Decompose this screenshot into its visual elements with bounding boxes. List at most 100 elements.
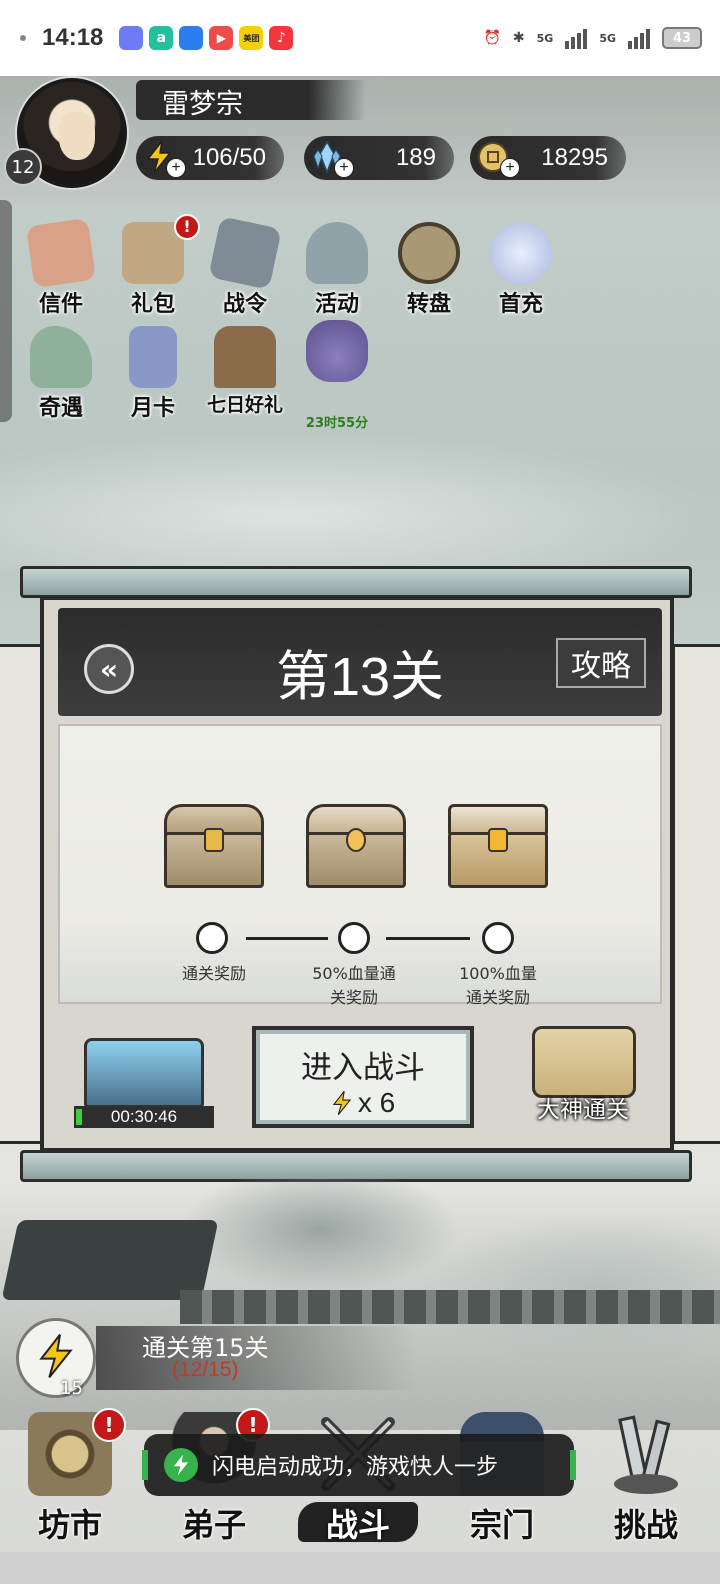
silver-chest-icon[interactable]: [302, 802, 410, 888]
activity-label: 奇遇: [38, 396, 83, 421]
first-recharge-icon: [490, 222, 552, 284]
monthly-card-icon: [129, 326, 177, 388]
reward-status-circle: [338, 922, 370, 954]
activity-battle-pass[interactable]: 战令: [204, 216, 286, 322]
system-status-bar: 14:18 a ▶ 美团 ♪ ⏰ ✱ 5G 5G 43: [0, 0, 720, 76]
event-icon: [306, 222, 368, 284]
nav-label: 弟子: [181, 1506, 246, 1544]
player-level-badge: 12: [4, 148, 42, 186]
activity-label: 月卡: [130, 396, 175, 421]
reward-connector: [246, 937, 328, 940]
chest-lock: [204, 828, 224, 852]
status-time: 14:18: [42, 24, 104, 51]
level-panel: « 第13关 攻略 通关奖励 50%血量通 关奖励 100%血量 通关奖励 00…: [40, 596, 674, 1152]
signal-icon: [565, 27, 588, 49]
activity-label: 战令: [222, 292, 267, 317]
level-panel-footer: 00:30:46 进入战斗 x 6 大神通关: [58, 1012, 662, 1142]
master-clear-button[interactable]: 大神通关: [518, 1022, 648, 1126]
crystal-pill[interactable]: + 189: [304, 136, 454, 180]
enter-battle-button[interactable]: 进入战斗 x 6: [252, 1026, 474, 1128]
add-crystal-icon[interactable]: +: [334, 158, 354, 178]
battle-cost: x 6: [357, 1087, 396, 1118]
activity-label: 七日好礼: [206, 394, 283, 416]
level-panel-header: « 第13关 攻略: [58, 608, 662, 716]
activity-label: 转盘: [406, 292, 451, 317]
energy-value: 106/50: [192, 144, 266, 171]
activity-treasure-bag[interactable]: 23时55分: [296, 320, 378, 431]
activity-label: 活动: [314, 292, 359, 317]
reward-label: 50%血量通 关奖励: [284, 962, 424, 1010]
coin-value: 18295: [541, 144, 608, 171]
reward-status-circle: [196, 922, 228, 954]
chest-lock: [488, 828, 508, 852]
chapter-progress-count: (12/15): [172, 1358, 239, 1381]
treasure-bag-icon: [306, 320, 368, 382]
enter-battle-label: 进入战斗: [301, 1050, 425, 1086]
add-energy-icon[interactable]: +: [166, 158, 186, 178]
side-drawer-handle[interactable]: [0, 200, 12, 422]
toast-notification: 闪电启动成功，游戏快人一步: [142, 1434, 576, 1496]
nav-label: 宗门: [469, 1506, 534, 1544]
toast-text: 闪电启动成功，游戏快人一步: [212, 1455, 499, 1480]
nav-challenge[interactable]: 挑战: [576, 1404, 716, 1552]
meituan-icon: 美团: [239, 26, 264, 50]
activity-event[interactable]: 活动: [296, 222, 378, 322]
status-indicators: ⏰ ✱ 5G 5G 43: [483, 27, 702, 49]
activity-letter[interactable]: 信件: [20, 217, 102, 322]
gold-chest-icon[interactable]: [444, 802, 552, 888]
great-wall-scenery: [180, 1290, 720, 1324]
activity-first-recharge[interactable]: 首充: [480, 222, 562, 322]
quick-battle-button[interactable]: [16, 1318, 96, 1398]
idle-loot-box[interactable]: [74, 1028, 220, 1118]
nav-label: 坊市: [37, 1506, 102, 1544]
master-clear-label: 大神通关: [537, 1097, 629, 1123]
reward-label: 100%血量 通关奖励: [428, 962, 568, 1010]
video-icon: ▶: [209, 26, 234, 50]
energy-pill[interactable]: + 106/50: [136, 136, 284, 180]
alert-badge: !: [174, 214, 200, 240]
activity-label: 礼包: [130, 292, 175, 317]
music-icon: ♪: [269, 26, 294, 50]
nav-market[interactable]: ! 坊市: [0, 1404, 140, 1552]
system-navigation-bar: [0, 1552, 720, 1584]
reward-label-line: 100%血量: [459, 964, 537, 983]
notification-app-icons: a ▶ 美团 ♪: [119, 26, 294, 50]
activity-seven-day-gift[interactable]: 七日好礼: [204, 326, 286, 426]
reward-area: 通关奖励 50%血量通 关奖励 100%血量 通关奖励: [58, 724, 662, 1007]
panel-top-scroll: [20, 566, 692, 598]
store-icon: [179, 26, 204, 50]
battle-pass-icon: [208, 216, 282, 290]
activity-wheel[interactable]: 转盘: [388, 222, 470, 322]
signal-icon: [628, 27, 650, 49]
nav-label: 战斗: [325, 1506, 390, 1544]
notification-dot: [20, 35, 26, 41]
alert-badge: !: [92, 1408, 126, 1442]
add-coin-icon[interactable]: +: [500, 158, 520, 178]
activity-adventure[interactable]: 奇遇: [20, 326, 102, 426]
basic-chest-icon[interactable]: [160, 802, 268, 888]
player-name: 雷梦宗: [162, 89, 243, 120]
browser-icon: a: [149, 26, 174, 50]
next-level-card[interactable]: [672, 644, 720, 1144]
alarm-icon: ⏰: [483, 30, 501, 46]
network-5g-2: 5G: [599, 31, 616, 45]
lightning-icon: [164, 1448, 198, 1482]
activity-monthly-card[interactable]: 月卡: [112, 326, 194, 426]
reward-status-circle: [482, 922, 514, 954]
battery-icon: 43: [662, 27, 702, 49]
bluetooth-icon: ✱: [512, 30, 525, 46]
seven-day-gift-icon: [214, 326, 276, 388]
chest-lock: [346, 828, 366, 852]
loot-timer: 00:30:46: [74, 1106, 214, 1128]
scroll-icon: [532, 1026, 636, 1098]
guide-button[interactable]: 攻略: [556, 638, 646, 688]
coin-pill[interactable]: + 18295: [470, 136, 626, 180]
nav-label: 挑战: [613, 1506, 678, 1544]
avatar-face: [59, 112, 95, 160]
reward-connector: [386, 937, 470, 940]
activity-gift-pack[interactable]: 礼包 !: [112, 214, 200, 322]
treasure-bag-timer: 23时55分: [305, 416, 369, 431]
pavilion-roof: [1, 1220, 219, 1300]
letter-icon: [25, 217, 97, 289]
crystal-value: 189: [395, 144, 436, 171]
